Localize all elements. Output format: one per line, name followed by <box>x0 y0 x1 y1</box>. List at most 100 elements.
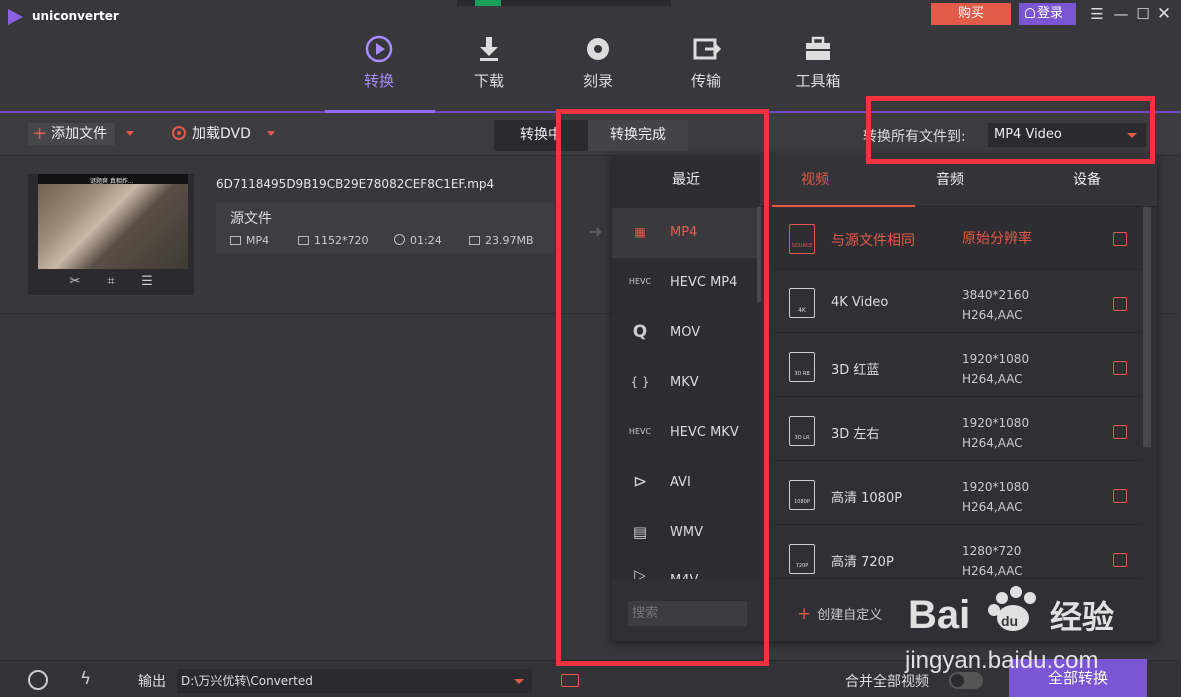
tab-transfer[interactable]: 传输 <box>661 34 751 91</box>
plus-icon: + <box>797 604 812 624</box>
preset-spec-resolution: 1280*720 <box>962 544 1022 558</box>
preset-list-scrollbar[interactable] <box>1143 207 1151 447</box>
disc-icon <box>587 38 609 60</box>
menu-icon[interactable]: ☰ <box>1089 5 1105 23</box>
open-folder-icon[interactable] <box>561 674 579 687</box>
background-window-strip-green <box>475 0 501 6</box>
tab-download-label: 下载 <box>473 72 504 90</box>
tab-download[interactable]: 下载 <box>444 34 534 91</box>
load-dvd-label: 加载DVD <box>192 126 251 142</box>
source-preset-icon: SOURCE <box>789 224 815 254</box>
scissors-icon[interactable]: ✂ <box>66 274 84 290</box>
meta-duration: 01:24 <box>394 234 442 247</box>
file-name: 6D7118495D9B19CB29E78082CEF8C1EF.mp4 <box>216 177 495 191</box>
3d-lr-preset-icon: 3D LR <box>789 416 815 446</box>
load-dvd-button[interactable]: 加载DVD <box>172 123 251 145</box>
preset-spec-codec: H264,AAC <box>962 564 1023 578</box>
video-tab-indicator <box>772 205 915 207</box>
3d-rb-preset-icon: 3D RB <box>789 352 815 382</box>
preset-row[interactable] <box>772 271 1142 333</box>
edit-icon[interactable] <box>1113 297 1127 311</box>
logo-icon <box>8 9 23 25</box>
meta-resolution-value: 1152*720 <box>314 234 369 247</box>
preset-spec-codec: H264,AAC <box>962 500 1023 514</box>
meta-duration-value: 01:24 <box>410 234 442 247</box>
meta-size-value: 23.97MB <box>485 234 534 247</box>
annotation-box-format-list <box>556 109 769 666</box>
preset-row[interactable] <box>772 463 1142 525</box>
login-label: 登录 <box>1037 6 1064 21</box>
maximize-icon[interactable]: ☐ <box>1135 5 1151 23</box>
preset-name: 与源文件相同 <box>831 233 915 249</box>
4k-preset-icon: 4K <box>789 288 815 318</box>
adjust-icon[interactable]: ☰ <box>138 274 156 290</box>
preset-name: 高清 1080P <box>831 491 903 506</box>
preset-name: 3D 左右 <box>831 427 880 442</box>
edit-icon[interactable] <box>1113 232 1127 246</box>
login-button[interactable]: 登录 <box>1019 3 1076 25</box>
dvd-icon <box>172 126 186 140</box>
baidu-watermark-logo: Bai 经验 jingyan.baidu.com du <box>904 586 1114 674</box>
preset-spec-resolution: 1920*1080 <box>962 352 1030 366</box>
user-icon <box>1025 8 1035 18</box>
lightning-icon[interactable]: ϟ <box>80 669 91 689</box>
preset-row[interactable] <box>772 208 1142 270</box>
transfer-icon <box>693 38 721 60</box>
preset-spec: 原始分辨率 <box>962 231 1032 247</box>
preset-row[interactable] <box>772 335 1142 397</box>
folder-icon <box>469 236 480 245</box>
preset-spec-codec: H264,AAC <box>962 308 1023 322</box>
output-path-select[interactable]: D:\万兴优转\Converted <box>177 669 532 693</box>
tab-burn-label: 刻录 <box>582 72 613 90</box>
preset-row[interactable] <box>772 527 1142 579</box>
video-thumbnail[interactable] <box>38 174 188 269</box>
close-icon[interactable]: ✕ <box>1156 5 1172 23</box>
minimize-icon[interactable]: — <box>1113 5 1129 23</box>
tab-toolbox-label: 工具箱 <box>795 72 841 90</box>
preset-spec-codec: H264,AAC <box>962 372 1023 386</box>
tab-convert-label: 转换 <box>363 72 394 90</box>
meta-size: 23.97MB <box>469 234 534 247</box>
chevron-down-icon[interactable] <box>514 679 524 684</box>
meta-format: MP4 <box>230 234 269 247</box>
clock-icon <box>394 234 405 245</box>
svg-text:jingyan.baidu.com: jingyan.baidu.com <box>904 647 1098 674</box>
download-icon <box>480 37 498 61</box>
annotation-box-output-format <box>866 96 1155 164</box>
preset-name: 3D 红蓝 <box>831 363 880 378</box>
create-custom-button[interactable]: + 创建自定义 <box>797 604 882 624</box>
preset-spec-codec: H264,AAC <box>962 436 1023 450</box>
edit-icon[interactable] <box>1113 361 1127 375</box>
preset-spec-resolution: 1920*1080 <box>962 480 1030 494</box>
meta-format-value: MP4 <box>246 234 270 247</box>
preset-spec-resolution: 3840*2160 <box>962 288 1030 302</box>
preset-name: 4K Video <box>831 295 889 310</box>
tab-burn[interactable]: 刻录 <box>553 34 643 91</box>
buy-button[interactable]: 购买 <box>931 3 1011 25</box>
edit-icon[interactable] <box>1113 425 1127 439</box>
tab-transfer-label: 传输 <box>690 72 721 90</box>
crop-icon[interactable]: ⌗ <box>102 274 120 290</box>
tab-video[interactable]: 视频 <box>755 155 875 207</box>
plus-icon: + <box>32 123 48 144</box>
add-file-label: 添加文件 <box>51 126 108 142</box>
edit-icon[interactable] <box>1113 553 1127 567</box>
toolbox-icon <box>806 36 830 60</box>
add-file-button[interactable]: + 添加文件 <box>28 123 116 145</box>
tab-convert[interactable]: 转换 <box>334 34 424 91</box>
film-icon <box>230 236 241 245</box>
load-dvd-dropdown-icon[interactable] <box>267 131 275 136</box>
preset-row[interactable] <box>772 399 1142 461</box>
1080p-preset-icon: 1080P <box>789 480 815 510</box>
svg-text:du: du <box>1001 613 1018 629</box>
svg-text:经验: 经验 <box>1050 598 1114 636</box>
preset-spec-resolution: 1920*1080 <box>962 416 1030 430</box>
output-label: 输出 <box>138 674 166 690</box>
add-file-dropdown-icon[interactable] <box>126 131 134 136</box>
edit-icon[interactable] <box>1113 489 1127 503</box>
resolution-icon <box>298 236 309 245</box>
alarm-clock-icon[interactable] <box>28 670 48 690</box>
source-label: 源文件 <box>230 211 272 227</box>
tab-toolbox[interactable]: 工具箱 <box>773 34 863 91</box>
create-custom-label: 创建自定义 <box>817 608 883 623</box>
